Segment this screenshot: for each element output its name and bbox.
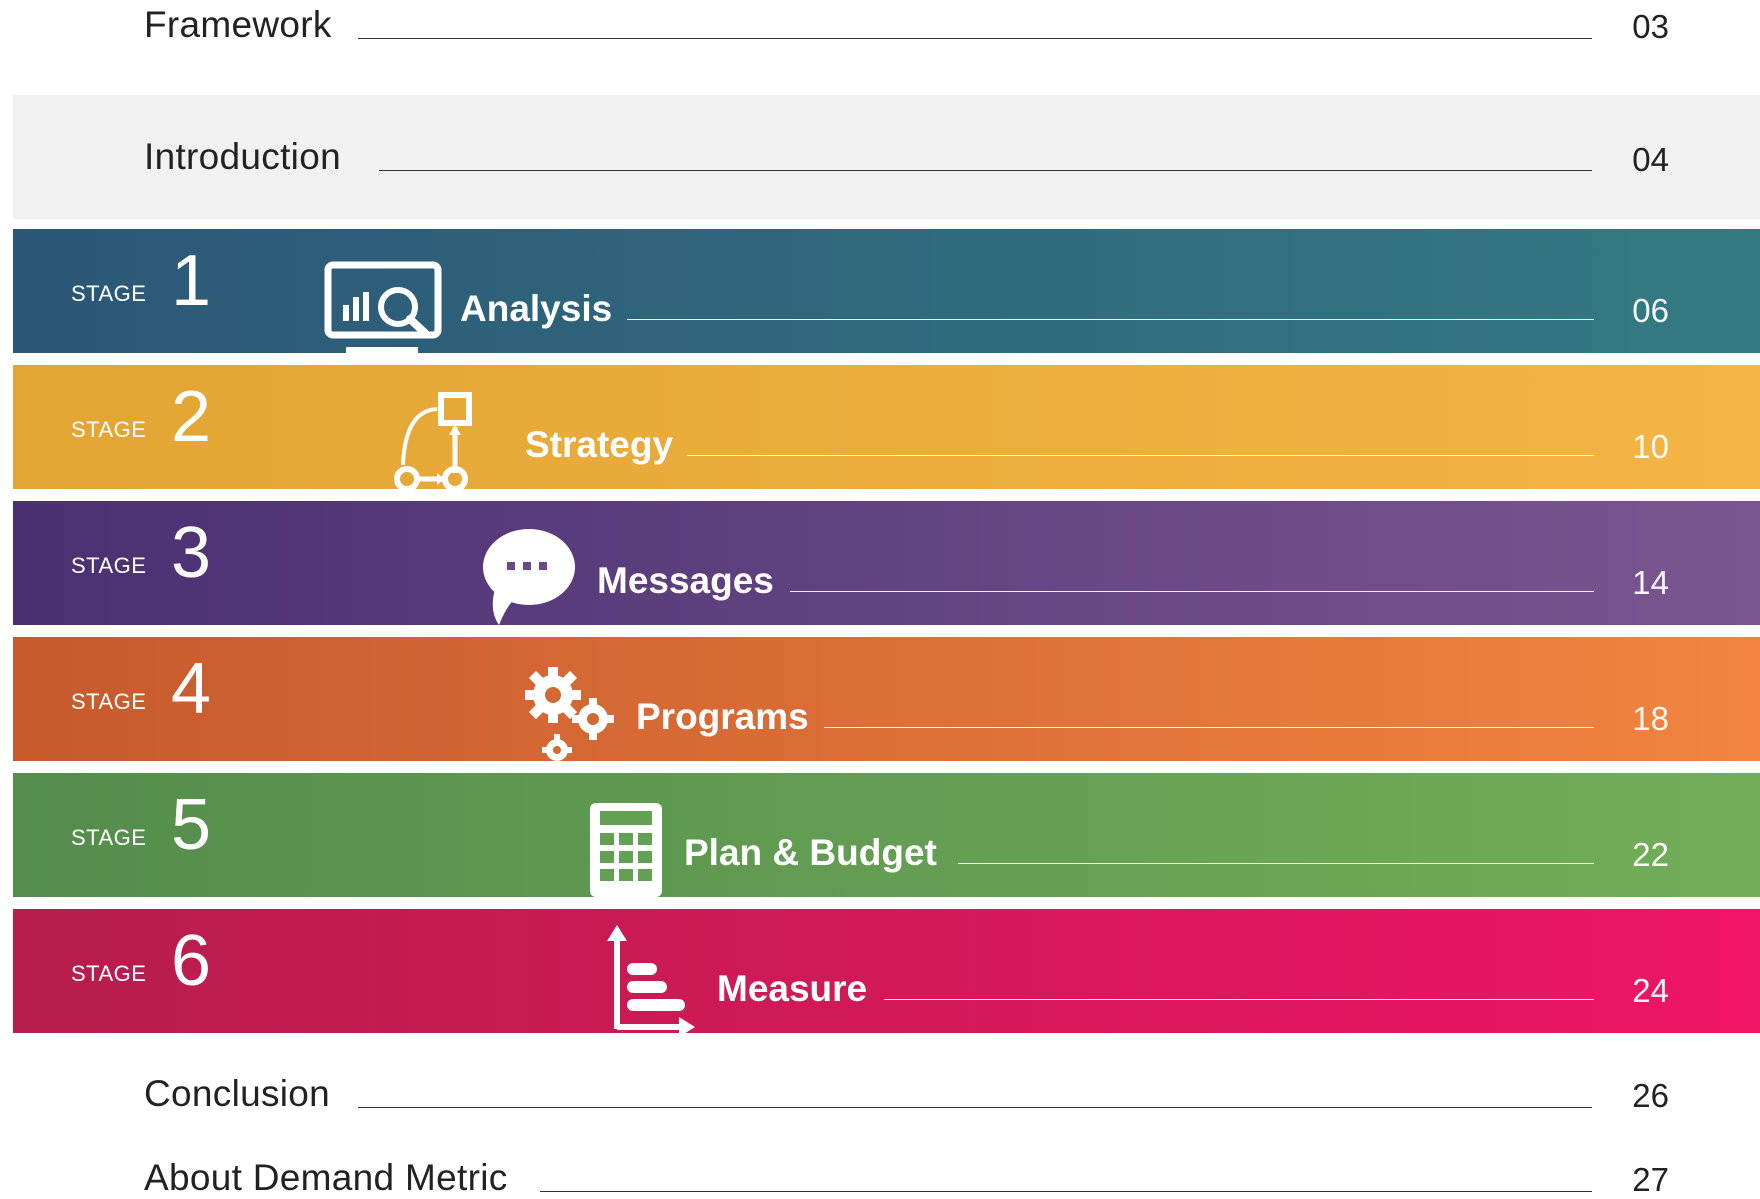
toc-leader-line — [379, 170, 1592, 171]
stage-number: 6 — [171, 921, 212, 1001]
toc-page-number: 27 — [1632, 1161, 1669, 1198]
stage-number: 2 — [171, 377, 212, 457]
stage-band-4[interactable]: STAGE 4 Programs 18 — [13, 637, 1760, 761]
stage-band-6[interactable]: STAGE 6 Measure 24 — [13, 909, 1760, 1033]
toc-row-conclusion[interactable]: Conclusion 26 — [0, 1055, 1760, 1135]
stage-page-number: 18 — [1632, 700, 1669, 737]
stage-number: 3 — [171, 513, 212, 593]
toc-row-about[interactable]: About Demand Metric 27 — [0, 1140, 1760, 1198]
toc-leader-line — [358, 1107, 1592, 1108]
monitor-chart-magnifier-icon — [324, 261, 442, 353]
stage-number: 5 — [171, 785, 212, 865]
stage-band-3[interactable]: STAGE 3 Messages 14 — [13, 501, 1760, 625]
stage-title: Plan & Budget — [684, 832, 937, 873]
stage-title: Messages — [597, 560, 774, 601]
toc-page-number: 04 — [1632, 141, 1669, 178]
stage-leader-line — [958, 863, 1594, 864]
stage-word: STAGE — [71, 281, 147, 306]
stage-word: STAGE — [71, 689, 147, 714]
toc-label: Introduction — [144, 136, 341, 177]
stage-word: STAGE — [71, 961, 147, 986]
stage-leader-line — [687, 455, 1594, 456]
stage-leader-line — [790, 591, 1594, 592]
toc-label: Framework — [144, 4, 332, 45]
stage-number: 4 — [171, 649, 212, 729]
toc-label: Conclusion — [144, 1073, 331, 1114]
stage-title: Programs — [636, 696, 809, 737]
stage-leader-line — [824, 727, 1594, 728]
stage-band-2[interactable]: STAGE 2 Strategy 10 — [13, 365, 1760, 489]
stage-page-number: 24 — [1632, 972, 1669, 1009]
stage-word: STAGE — [71, 553, 147, 578]
stage-leader-line — [884, 999, 1594, 1000]
toc-page-number: 03 — [1632, 8, 1669, 45]
stage-title: Measure — [717, 968, 868, 1009]
flow-diagram-icon — [394, 392, 472, 489]
stage-word: STAGE — [71, 417, 147, 442]
gears-icon — [525, 667, 614, 761]
toc-leader-line — [358, 38, 1592, 39]
stage-word: STAGE — [71, 825, 147, 850]
stage-leader-line — [627, 319, 1594, 320]
toc-page-number: 26 — [1632, 1077, 1669, 1114]
stage-page-number: 10 — [1632, 428, 1669, 465]
speech-bubble-icon — [483, 529, 575, 625]
calculator-icon — [590, 803, 662, 897]
bar-chart-axes-icon — [607, 925, 695, 1033]
toc-leader-line — [540, 1191, 1592, 1192]
toc-label: About Demand Metric — [144, 1157, 508, 1198]
stage-band-5[interactable]: STAGE 5 Plan & Budget 22 — [13, 773, 1760, 897]
stage-page-number: 06 — [1632, 292, 1669, 329]
stage-title: Analysis — [460, 288, 613, 329]
stage-page-number: 22 — [1632, 836, 1669, 873]
stage-page-number: 14 — [1632, 564, 1669, 601]
stage-number: 1 — [171, 241, 212, 321]
stage-band-1[interactable]: STAGE 1 Analysis 06 — [13, 229, 1760, 353]
toc-row-framework[interactable]: Framework 03 — [0, 0, 1760, 80]
stage-title: Strategy — [525, 424, 674, 465]
toc-row-introduction[interactable]: Introduction 04 — [13, 95, 1760, 219]
